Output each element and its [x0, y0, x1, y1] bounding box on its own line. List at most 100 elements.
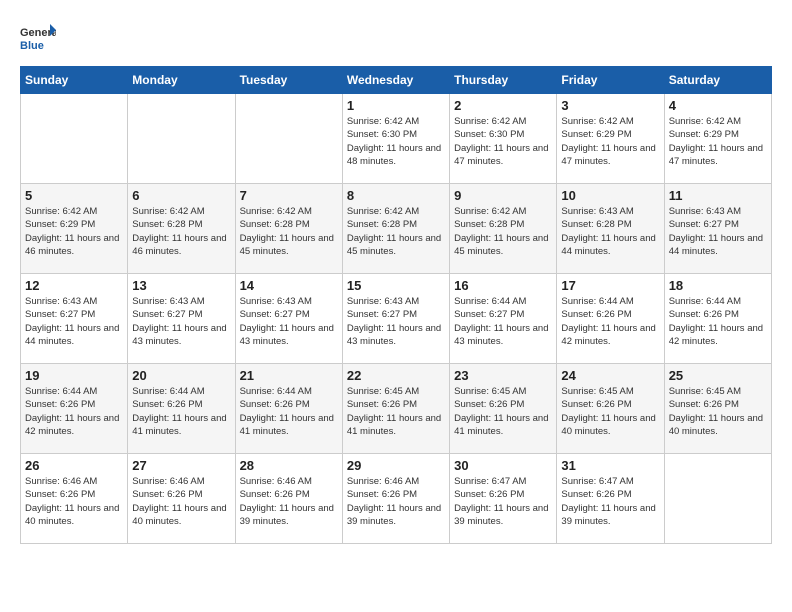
calendar-cell: 12 Sunrise: 6:43 AMSunset: 6:27 PMDayligh… — [21, 274, 128, 364]
day-info: Sunrise: 6:42 AMSunset: 6:28 PMDaylight:… — [347, 205, 445, 258]
calendar-cell: 28 Sunrise: 6:46 AMSunset: 6:26 PMDayligh… — [235, 454, 342, 544]
day-number: 23 — [454, 368, 552, 383]
day-number: 4 — [669, 98, 767, 113]
weekday-header-saturday: Saturday — [664, 67, 771, 94]
day-info: Sunrise: 6:44 AMSunset: 6:26 PMDaylight:… — [240, 385, 338, 438]
day-info: Sunrise: 6:47 AMSunset: 6:26 PMDaylight:… — [454, 475, 552, 528]
day-info: Sunrise: 6:43 AMSunset: 6:27 PMDaylight:… — [25, 295, 123, 348]
day-info: Sunrise: 6:44 AMSunset: 6:27 PMDaylight:… — [454, 295, 552, 348]
day-number: 8 — [347, 188, 445, 203]
calendar-cell: 15 Sunrise: 6:43 AMSunset: 6:27 PMDayligh… — [342, 274, 449, 364]
day-number: 2 — [454, 98, 552, 113]
calendar-cell: 8 Sunrise: 6:42 AMSunset: 6:28 PMDaylight… — [342, 184, 449, 274]
calendar-table: SundayMondayTuesdayWednesdayThursdayFrid… — [20, 66, 772, 544]
calendar-cell: 14Sunrise: 6:43 AMSunset: 6:27 PMDayligh… — [235, 274, 342, 364]
day-info: Sunrise: 6:43 AMSunset: 6:27 PMDaylight:… — [347, 295, 445, 348]
day-number: 10 — [561, 188, 659, 203]
logo-bird-icon: General Blue — [20, 20, 56, 56]
day-info: Sunrise: 6:45 AMSunset: 6:26 PMDaylight:… — [669, 385, 767, 438]
day-number: 29 — [347, 458, 445, 473]
day-info: Sunrise: 6:45 AMSunset: 6:26 PMDaylight:… — [454, 385, 552, 438]
day-info: Sunrise: 6:42 AMSunset: 6:28 PMDaylight:… — [454, 205, 552, 258]
day-info: Sunrise: 6:42 AMSunset: 6:28 PMDaylight:… — [132, 205, 230, 258]
calendar-cell: 21 Sunrise: 6:44 AMSunset: 6:26 PMDayligh… — [235, 364, 342, 454]
logo: General Blue — [20, 20, 56, 56]
day-info: Sunrise: 6:47 AMSunset: 6:26 PMDaylight:… — [561, 475, 659, 528]
day-number: 30 — [454, 458, 552, 473]
weekday-header-monday: Monday — [128, 67, 235, 94]
day-number: 3 — [561, 98, 659, 113]
day-info: Sunrise: 6:46 AMSunset: 6:26 PMDaylight:… — [347, 475, 445, 528]
day-number: 28 — [240, 458, 338, 473]
day-number: 25 — [669, 368, 767, 383]
calendar-week-4: 19 Sunrise: 6:44 AMSunset: 6:26 PMDayligh… — [21, 364, 772, 454]
weekday-header-tuesday: Tuesday — [235, 67, 342, 94]
day-number: 14 — [240, 278, 338, 293]
day-info: Sunrise: 6:45 AMSunset: 6:26 PMDaylight:… — [347, 385, 445, 438]
calendar-cell: 25 Sunrise: 6:45 AMSunset: 6:26 PMDayligh… — [664, 364, 771, 454]
day-number: 15 — [347, 278, 445, 293]
day-number: 18 — [669, 278, 767, 293]
calendar-cell: 23 Sunrise: 6:45 AMSunset: 6:26 PMDayligh… — [450, 364, 557, 454]
calendar-cell — [21, 94, 128, 184]
calendar-week-5: 26Sunrise: 6:46 AMSunset: 6:26 PMDayligh… — [21, 454, 772, 544]
day-number: 1 — [347, 98, 445, 113]
calendar-cell: 24 Sunrise: 6:45 AMSunset: 6:26 PMDayligh… — [557, 364, 664, 454]
day-info: Sunrise: 6:46 AMSunset: 6:26 PMDaylight:… — [240, 475, 338, 528]
calendar-cell: 10Sunrise: 6:43 AMSunset: 6:28 PMDayligh… — [557, 184, 664, 274]
calendar-cell: 29 Sunrise: 6:46 AMSunset: 6:26 PMDayligh… — [342, 454, 449, 544]
calendar-cell — [664, 454, 771, 544]
calendar-cell: 6 Sunrise: 6:42 AMSunset: 6:28 PMDaylight… — [128, 184, 235, 274]
day-number: 22 — [347, 368, 445, 383]
day-info: Sunrise: 6:42 AMSunset: 6:29 PMDaylight:… — [669, 115, 767, 168]
calendar-cell: 5 Sunrise: 6:42 AMSunset: 6:29 PMDaylight… — [21, 184, 128, 274]
calendar-cell: 26Sunrise: 6:46 AMSunset: 6:26 PMDayligh… — [21, 454, 128, 544]
day-number: 19 — [25, 368, 123, 383]
day-number: 11 — [669, 188, 767, 203]
day-number: 24 — [561, 368, 659, 383]
calendar-week-2: 5 Sunrise: 6:42 AMSunset: 6:29 PMDaylight… — [21, 184, 772, 274]
calendar-cell: 27 Sunrise: 6:46 AMSunset: 6:26 PMDayligh… — [128, 454, 235, 544]
page-header: General Blue — [20, 20, 772, 56]
weekday-header-thursday: Thursday — [450, 67, 557, 94]
weekday-header-friday: Friday — [557, 67, 664, 94]
calendar-cell: 18 Sunrise: 6:44 AMSunset: 6:26 PMDayligh… — [664, 274, 771, 364]
day-info: Sunrise: 6:42 AMSunset: 6:29 PMDaylight:… — [561, 115, 659, 168]
day-info: Sunrise: 6:42 AMSunset: 6:30 PMDaylight:… — [347, 115, 445, 168]
day-number: 5 — [25, 188, 123, 203]
day-info: Sunrise: 6:43 AMSunset: 6:27 PMDaylight:… — [669, 205, 767, 258]
day-number: 12 — [25, 278, 123, 293]
calendar-cell: 22 Sunrise: 6:45 AMSunset: 6:26 PMDayligh… — [342, 364, 449, 454]
day-number: 9 — [454, 188, 552, 203]
day-number: 7 — [240, 188, 338, 203]
day-number: 6 — [132, 188, 230, 203]
day-info: Sunrise: 6:46 AMSunset: 6:26 PMDaylight:… — [132, 475, 230, 528]
day-number: 20 — [132, 368, 230, 383]
calendar-cell: 31Sunrise: 6:47 AMSunset: 6:26 PMDayligh… — [557, 454, 664, 544]
calendar-cell: 4 Sunrise: 6:42 AMSunset: 6:29 PMDaylight… — [664, 94, 771, 184]
header-row: SundayMondayTuesdayWednesdayThursdayFrid… — [21, 67, 772, 94]
day-info: Sunrise: 6:42 AMSunset: 6:30 PMDaylight:… — [454, 115, 552, 168]
day-number: 16 — [454, 278, 552, 293]
day-number: 21 — [240, 368, 338, 383]
calendar-cell: 17Sunrise: 6:44 AMSunset: 6:26 PMDayligh… — [557, 274, 664, 364]
calendar-cell: 1 Sunrise: 6:42 AMSunset: 6:30 PMDaylight… — [342, 94, 449, 184]
calendar-cell: 16 Sunrise: 6:44 AMSunset: 6:27 PMDayligh… — [450, 274, 557, 364]
calendar-cell — [128, 94, 235, 184]
day-info: Sunrise: 6:44 AMSunset: 6:26 PMDaylight:… — [669, 295, 767, 348]
calendar-cell: 20 Sunrise: 6:44 AMSunset: 6:26 PMDayligh… — [128, 364, 235, 454]
day-info: Sunrise: 6:42 AMSunset: 6:28 PMDaylight:… — [240, 205, 338, 258]
day-info: Sunrise: 6:44 AMSunset: 6:26 PMDaylight:… — [132, 385, 230, 438]
calendar-week-3: 12 Sunrise: 6:43 AMSunset: 6:27 PMDayligh… — [21, 274, 772, 364]
day-info: Sunrise: 6:42 AMSunset: 6:29 PMDaylight:… — [25, 205, 123, 258]
day-info: Sunrise: 6:43 AMSunset: 6:27 PMDaylight:… — [132, 295, 230, 348]
calendar-cell: 7 Sunrise: 6:42 AMSunset: 6:28 PMDaylight… — [235, 184, 342, 274]
day-number: 27 — [132, 458, 230, 473]
day-info: Sunrise: 6:45 AMSunset: 6:26 PMDaylight:… — [561, 385, 659, 438]
calendar-cell: 9 Sunrise: 6:42 AMSunset: 6:28 PMDaylight… — [450, 184, 557, 274]
weekday-header-sunday: Sunday — [21, 67, 128, 94]
calendar-cell: 2 Sunrise: 6:42 AMSunset: 6:30 PMDaylight… — [450, 94, 557, 184]
day-info: Sunrise: 6:44 AMSunset: 6:26 PMDaylight:… — [561, 295, 659, 348]
day-info: Sunrise: 6:44 AMSunset: 6:26 PMDaylight:… — [25, 385, 123, 438]
calendar-cell: 11 Sunrise: 6:43 AMSunset: 6:27 PMDayligh… — [664, 184, 771, 274]
